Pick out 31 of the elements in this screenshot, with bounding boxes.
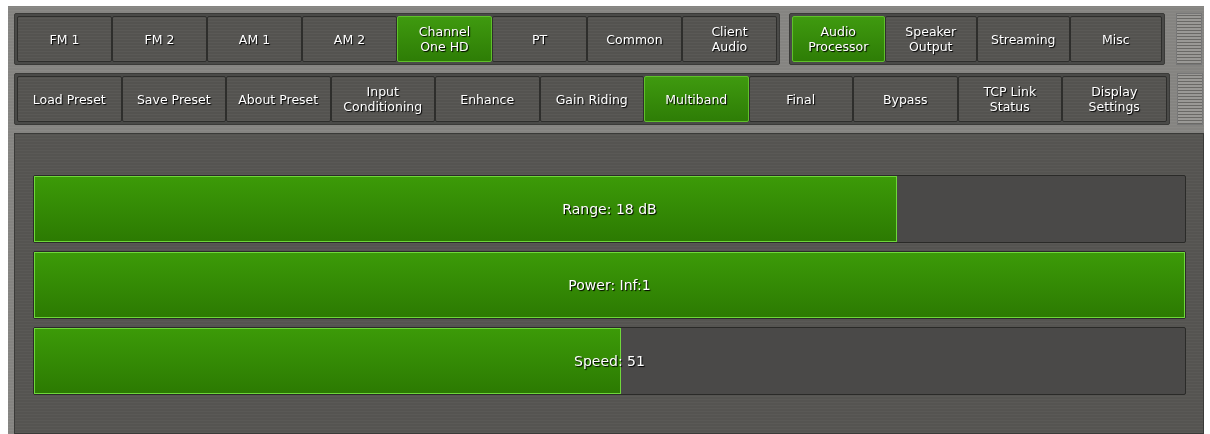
tab[interactable]: AM 2: [302, 16, 397, 62]
tab[interactable]: Multiband: [644, 76, 749, 122]
slider-label: Speed: 51: [574, 353, 645, 369]
tab[interactable]: About Preset: [226, 76, 331, 122]
tab[interactable]: Final: [748, 76, 853, 122]
grip-handle[interactable]: [1176, 73, 1203, 125]
tab[interactable]: FM 1: [17, 16, 112, 62]
tab[interactable]: TCP Link Status: [957, 76, 1062, 122]
tab[interactable]: Enhance: [435, 76, 540, 122]
tab[interactable]: Streaming: [977, 16, 1070, 62]
tab[interactable]: Speaker Output: [884, 16, 977, 62]
tab[interactable]: Audio Processor: [792, 16, 885, 62]
tab[interactable]: Input Conditioning: [330, 76, 435, 122]
tab[interactable]: Gain Riding: [539, 76, 644, 122]
tab[interactable]: Bypass: [853, 76, 958, 122]
slider-label: Range: 18 dB: [562, 201, 657, 217]
tab[interactable]: Display Settings: [1062, 76, 1167, 122]
tab[interactable]: Common: [587, 16, 682, 62]
tab[interactable]: Client Audio: [682, 16, 777, 62]
tab[interactable]: Save Preset: [121, 76, 226, 122]
slider-track[interactable]: Power: Inf:1: [33, 251, 1186, 319]
tab[interactable]: PT: [492, 16, 587, 62]
grip-handle[interactable]: [1176, 13, 1202, 65]
tab[interactable]: AM 1: [207, 16, 302, 62]
slider-track[interactable]: Speed: 51: [33, 327, 1186, 395]
slider-track[interactable]: Range: 18 dB: [33, 175, 1186, 243]
tab[interactable]: Misc: [1069, 16, 1162, 62]
tab[interactable]: Load Preset: [17, 76, 122, 122]
slider-label: Power: Inf:1: [568, 277, 651, 293]
tab[interactable]: Channel One HD: [397, 16, 492, 62]
tab[interactable]: FM 2: [112, 16, 207, 62]
